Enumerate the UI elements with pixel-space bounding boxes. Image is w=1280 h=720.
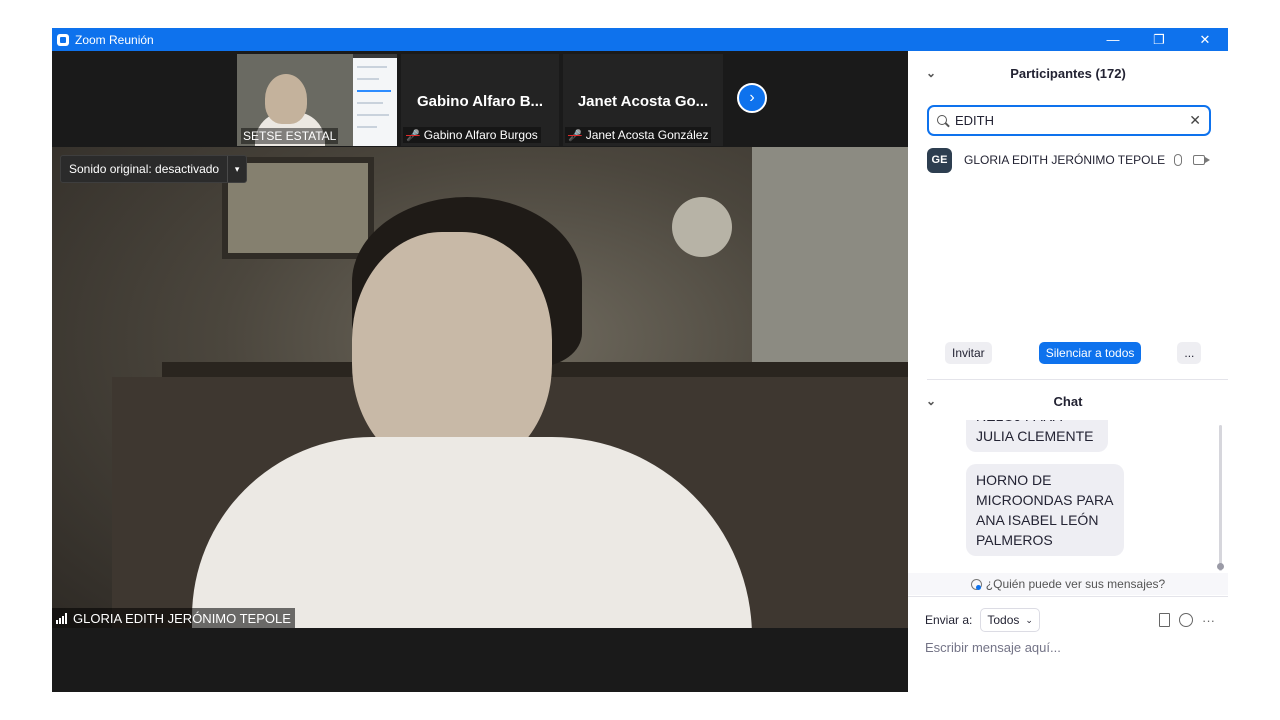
participants-header: ⌄ Participantes (172) (908, 51, 1228, 95)
thumbnail-line (357, 102, 383, 104)
participants-title: Participantes (172) (1010, 65, 1126, 81)
side-panel: ⌄ Participantes (172) EDITH ✕ GE GLORIA … (908, 51, 1228, 692)
active-speaker-video: Sonido original: desactivado ▾ GLORIA ED… (52, 147, 908, 628)
chat-scrollbar[interactable] (1219, 425, 1222, 571)
window-controls: — ❐ ✕ (1090, 28, 1228, 51)
file-icon[interactable] (1159, 613, 1170, 627)
chat-messages: RELOJ PARA JULIA CLEMENTE HORNO DE MICRO… (908, 420, 1228, 570)
tile-label-text: Janet Acosta González (585, 128, 709, 142)
next-page-button[interactable]: › (737, 83, 767, 113)
chat-message: RELOJ PARA JULIA CLEMENTE (966, 420, 1108, 452)
zoom-app-icon (57, 33, 69, 46)
thumbnail-line (357, 66, 387, 68)
close-button[interactable]: ✕ (1182, 28, 1228, 51)
collapse-chat-icon[interactable]: ⌄ (926, 394, 936, 408)
original-sound-toggle[interactable]: Sonido original: desactivado ▾ (60, 155, 248, 183)
participant-tile-gabino[interactable]: Gabino Alfaro B... 🎤 Gabino Alfaro Burgo… (401, 54, 559, 146)
tile-label: 🎤 Gabino Alfaro Burgos (403, 127, 541, 143)
thumbnail-line (357, 126, 377, 128)
title-bar: Zoom Reunión — ❐ ✕ (52, 28, 1228, 51)
restore-button[interactable]: ❐ (1136, 28, 1182, 51)
clear-search-icon[interactable]: ✕ (1189, 112, 1201, 129)
send-to-select[interactable]: Todos ⌄ (980, 608, 1040, 632)
microphone-icon (1174, 154, 1183, 166)
message-input[interactable]: Escribir mensaje aquí... (925, 640, 1061, 655)
thumbnail-line (357, 90, 391, 92)
zoom-window: Zoom Reunión — ❐ ✕ SETSE ESTATAL Gabino … (52, 28, 1228, 692)
participant-strip: SETSE ESTATAL Gabino Alfaro B... 🎤 Gabin… (52, 51, 908, 147)
who-can-see-text: ¿Quién puede ver sus mensajes? (985, 577, 1166, 591)
video-camera-icon (1193, 155, 1211, 165)
meeting-area: SETSE ESTATAL Gabino Alfaro B... 🎤 Gabin… (52, 51, 908, 692)
muted-mic-icon: 🎤 (568, 129, 582, 142)
participants-actions: Invitar Silenciar a todos ... (945, 342, 1202, 364)
chat-scroll-thumb[interactable] (1217, 563, 1224, 570)
invite-button[interactable]: Invitar (945, 342, 992, 364)
speaker-name-tag: GLORIA EDITH JERÓNIMO TEPOLE (52, 608, 295, 628)
signal-strength-icon (56, 612, 68, 624)
tile-label: SETSE ESTATAL (241, 128, 339, 144)
speaker-face (352, 232, 552, 472)
chat-tools: ··· (1151, 613, 1215, 628)
participant-tile-janet[interactable]: Janet Acosta Go... 🎤 Janet Acosta Gonzál… (563, 54, 723, 146)
shared-screen-thumbnail (353, 58, 397, 146)
chat-message: HORNO DE MICROONDAS PARA ANA ISABEL LEÓN… (966, 464, 1124, 556)
avatar: GE (927, 147, 952, 173)
send-to-label: Enviar a: (925, 613, 973, 627)
participant-row[interactable]: GE GLORIA EDITH JERÓNIMO TEPOLE (927, 147, 1217, 173)
participant-name: GLORIA EDITH JERÓNIMO TEPOLE (964, 153, 1166, 167)
more-icon[interactable]: ··· (1202, 613, 1215, 628)
tile-label-text: Gabino Alfaro Burgos (423, 128, 538, 142)
thumbnail-figure-face (265, 74, 307, 124)
original-sound-label: Sonido original: desactivado (69, 162, 220, 176)
collapse-participants-icon[interactable]: ⌄ (926, 66, 936, 80)
tile-display-name: Janet Acosta Go... (577, 93, 709, 110)
chevron-down-icon: ⌄ (1025, 614, 1033, 625)
search-icon (937, 114, 949, 127)
search-input[interactable]: EDITH (955, 113, 1189, 128)
speaker-name: GLORIA EDITH JERÓNIMO TEPOLE (73, 610, 291, 626)
chat-title: Chat (1053, 393, 1083, 409)
muted-mic-icon: 🎤 (406, 129, 420, 142)
who-can-see-link[interactable]: ¿Quién puede ver sus mensajes? (908, 573, 1228, 595)
thumbnail-line (357, 78, 379, 80)
section-divider (927, 379, 1228, 380)
section-divider (908, 596, 1228, 597)
bottom-area (52, 628, 908, 692)
window-title: Zoom Reunión (75, 32, 154, 47)
user-visibility-icon (970, 578, 982, 590)
send-to-value: Todos (987, 613, 1020, 627)
mute-all-button[interactable]: Silenciar a todos (1038, 342, 1142, 364)
chat-header: ⌄ Chat (908, 385, 1228, 417)
send-to-row: Enviar a: Todos ⌄ ··· (925, 608, 1215, 632)
emoji-icon[interactable] (1179, 613, 1193, 627)
background-lamp (672, 197, 732, 257)
participant-search[interactable]: EDITH ✕ (927, 105, 1211, 136)
participant-tile-shared[interactable]: SETSE ESTATAL (237, 54, 397, 146)
minimize-button[interactable]: — (1090, 28, 1136, 51)
chevron-down-icon[interactable]: ▾ (227, 156, 246, 182)
tile-display-name: Gabino Alfaro B... (416, 93, 544, 110)
thumbnail-line (357, 114, 389, 116)
more-options-button[interactable]: ... (1177, 342, 1202, 364)
tile-label: 🎤 Janet Acosta González (565, 127, 712, 143)
chevron-right-icon: › (749, 89, 755, 106)
